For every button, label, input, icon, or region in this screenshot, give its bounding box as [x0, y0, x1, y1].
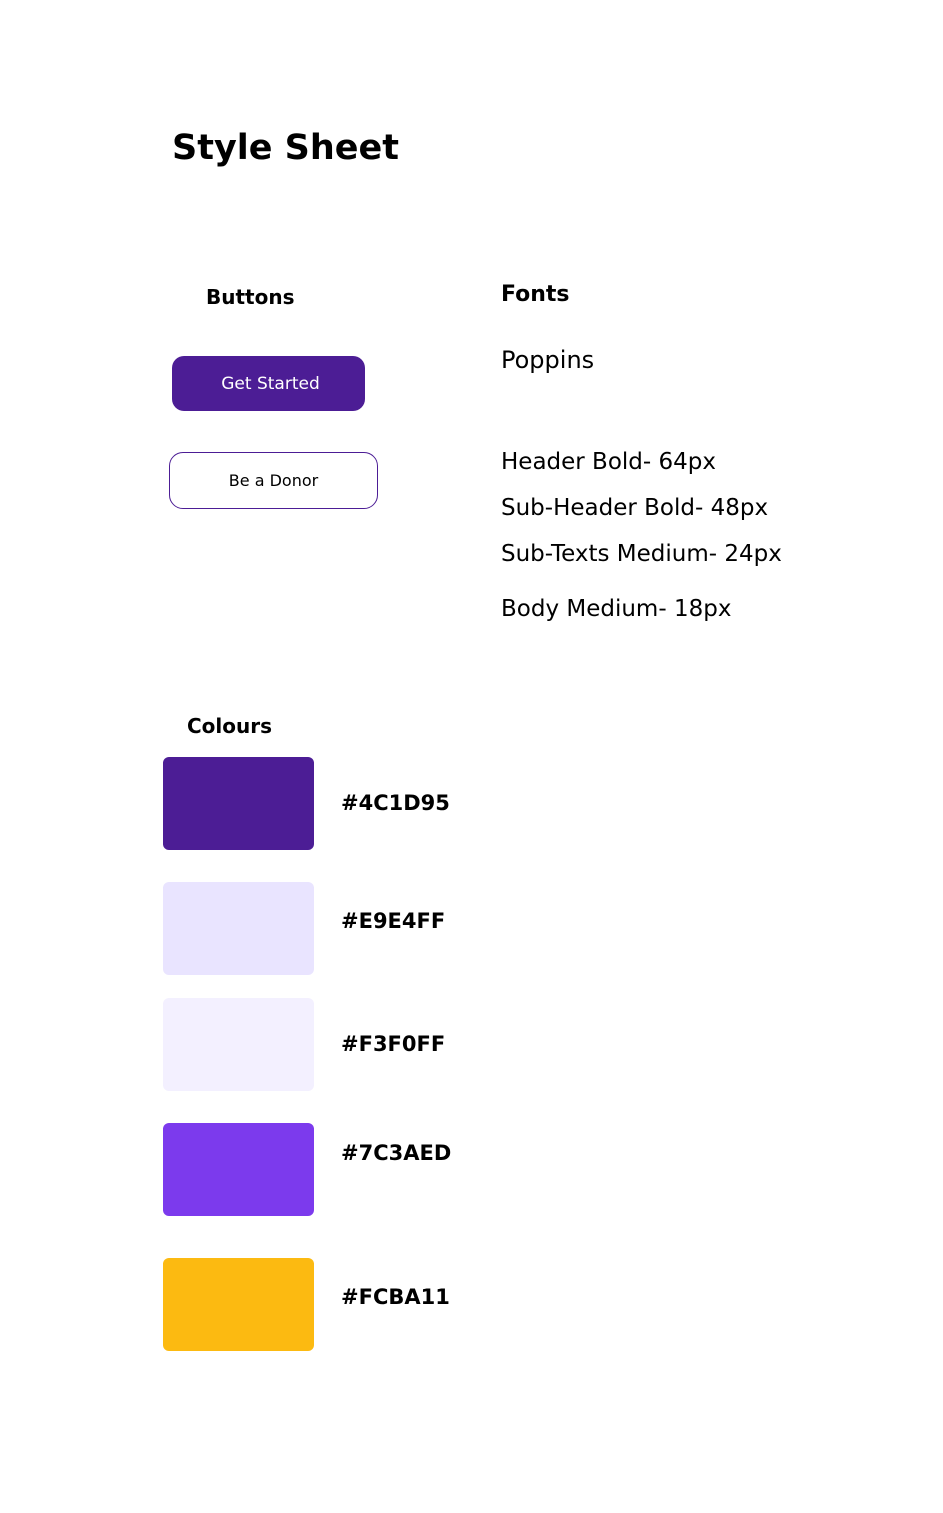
- colour-hex-label: #FCBA11: [341, 1285, 450, 1309]
- colour-swatch: [163, 757, 314, 850]
- font-spec-sub-texts: Sub-Texts Medium- 24px: [501, 541, 782, 567]
- be-a-donor-button[interactable]: Be a Donor: [169, 452, 378, 509]
- font-spec-sub-header: Sub-Header Bold- 48px: [501, 495, 769, 521]
- font-spec-header: Header Bold- 64px: [501, 449, 716, 475]
- get-started-button[interactable]: Get Started: [172, 356, 365, 411]
- colour-hex-label: #F3F0FF: [341, 1032, 446, 1056]
- colours-heading: Colours: [187, 714, 273, 738]
- colour-hex-label: #4C1D95: [341, 791, 450, 815]
- page-title: Style Sheet: [172, 128, 400, 168]
- colour-swatch: [163, 998, 314, 1091]
- colour-hex-label: #E9E4FF: [341, 909, 446, 933]
- colour-swatch: [163, 1258, 314, 1351]
- font-spec-body: Body Medium- 18px: [501, 596, 732, 622]
- fonts-heading: Fonts: [501, 282, 570, 307]
- buttons-heading: Buttons: [206, 285, 295, 309]
- colour-hex-label: #7C3AED: [341, 1141, 452, 1165]
- colour-swatch: [163, 1123, 314, 1216]
- colour-swatch: [163, 882, 314, 975]
- font-family-name: Poppins: [501, 346, 595, 374]
